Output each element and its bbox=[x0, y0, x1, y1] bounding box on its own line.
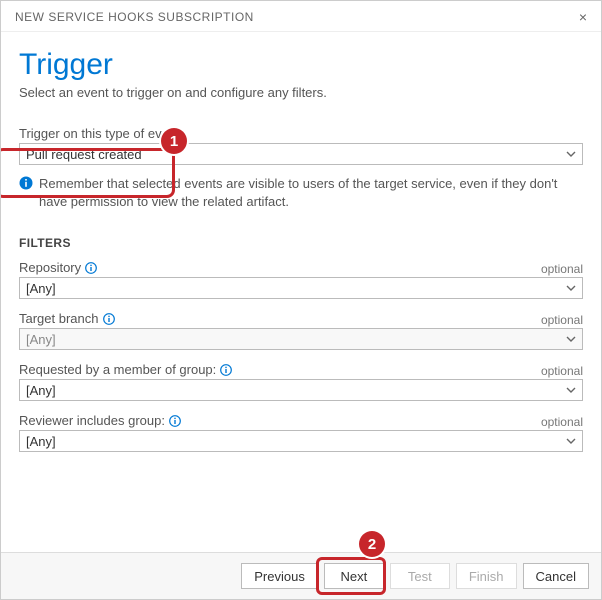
next-button[interactable]: Next bbox=[324, 563, 384, 589]
filter-block: Repository optional [Any] bbox=[19, 260, 583, 299]
dialog-title: NEW SERVICE HOOKS SUBSCRIPTION bbox=[15, 10, 254, 24]
chevron-down-icon bbox=[566, 151, 576, 157]
filter-value: [Any] bbox=[26, 281, 56, 296]
filter-label-row: Repository optional bbox=[19, 260, 583, 277]
page-title: Trigger bbox=[19, 48, 583, 81]
cancel-button[interactable]: Cancel bbox=[523, 563, 589, 589]
filter-label: Target branch bbox=[19, 311, 115, 326]
event-type-field: Trigger on this type of event Pull reque… bbox=[19, 126, 583, 165]
info-text: Remember that selected events are visibl… bbox=[39, 175, 583, 210]
info-icon[interactable] bbox=[169, 415, 181, 427]
filter-value: [Any] bbox=[26, 383, 56, 398]
test-button: Test bbox=[390, 563, 450, 589]
close-icon[interactable]: × bbox=[579, 9, 587, 25]
titlebar: NEW SERVICE HOOKS SUBSCRIPTION × bbox=[1, 1, 601, 32]
filter-select: [Any] bbox=[19, 328, 583, 350]
filter-value: [Any] bbox=[26, 434, 56, 449]
filter-label: Repository bbox=[19, 260, 97, 275]
filter-select[interactable]: [Any] bbox=[19, 379, 583, 401]
chevron-down-icon bbox=[566, 438, 576, 444]
chevron-down-icon bbox=[566, 387, 576, 393]
optional-badge: optional bbox=[541, 262, 583, 276]
content: Trigger Select an event to trigger on an… bbox=[1, 32, 601, 552]
filter-block: Target branch optional [Any] bbox=[19, 311, 583, 350]
page-subtitle: Select an event to trigger on and config… bbox=[19, 85, 583, 100]
dialog: NEW SERVICE HOOKS SUBSCRIPTION × Trigger… bbox=[0, 0, 602, 600]
filter-label-row: Target branch optional bbox=[19, 311, 583, 328]
optional-badge: optional bbox=[541, 415, 583, 429]
info-icon[interactable] bbox=[220, 364, 232, 376]
finish-button: Finish bbox=[456, 563, 517, 589]
filter-block: Reviewer includes group: optional [Any] bbox=[19, 413, 583, 452]
event-type-label: Trigger on this type of event bbox=[19, 126, 583, 141]
filter-label: Requested by a member of group: bbox=[19, 362, 232, 377]
event-type-select[interactable]: Pull request created bbox=[19, 143, 583, 165]
chevron-down-icon bbox=[566, 285, 576, 291]
info-icon[interactable] bbox=[85, 262, 97, 274]
filter-block: Requested by a member of group: optional [… bbox=[19, 362, 583, 401]
filters-heading: FILTERS bbox=[19, 236, 583, 250]
filters-container: Repository optional [Any] Target branch opti… bbox=[19, 260, 583, 452]
previous-button[interactable]: Previous bbox=[241, 563, 318, 589]
footer: Previous Next Test Finish Cancel 2 bbox=[1, 552, 601, 599]
chevron-down-icon bbox=[566, 336, 576, 342]
info-row: Remember that selected events are visibl… bbox=[19, 175, 583, 220]
filter-label-row: Requested by a member of group: optional bbox=[19, 362, 583, 379]
event-type-value: Pull request created bbox=[26, 147, 142, 162]
filter-value: [Any] bbox=[26, 332, 56, 347]
info-icon[interactable] bbox=[103, 313, 115, 325]
optional-badge: optional bbox=[541, 313, 583, 327]
filter-select[interactable]: [Any] bbox=[19, 277, 583, 299]
filter-label-row: Reviewer includes group: optional bbox=[19, 413, 583, 430]
info-icon bbox=[19, 176, 33, 190]
optional-badge: optional bbox=[541, 364, 583, 378]
filter-label: Reviewer includes group: bbox=[19, 413, 181, 428]
filter-select[interactable]: [Any] bbox=[19, 430, 583, 452]
